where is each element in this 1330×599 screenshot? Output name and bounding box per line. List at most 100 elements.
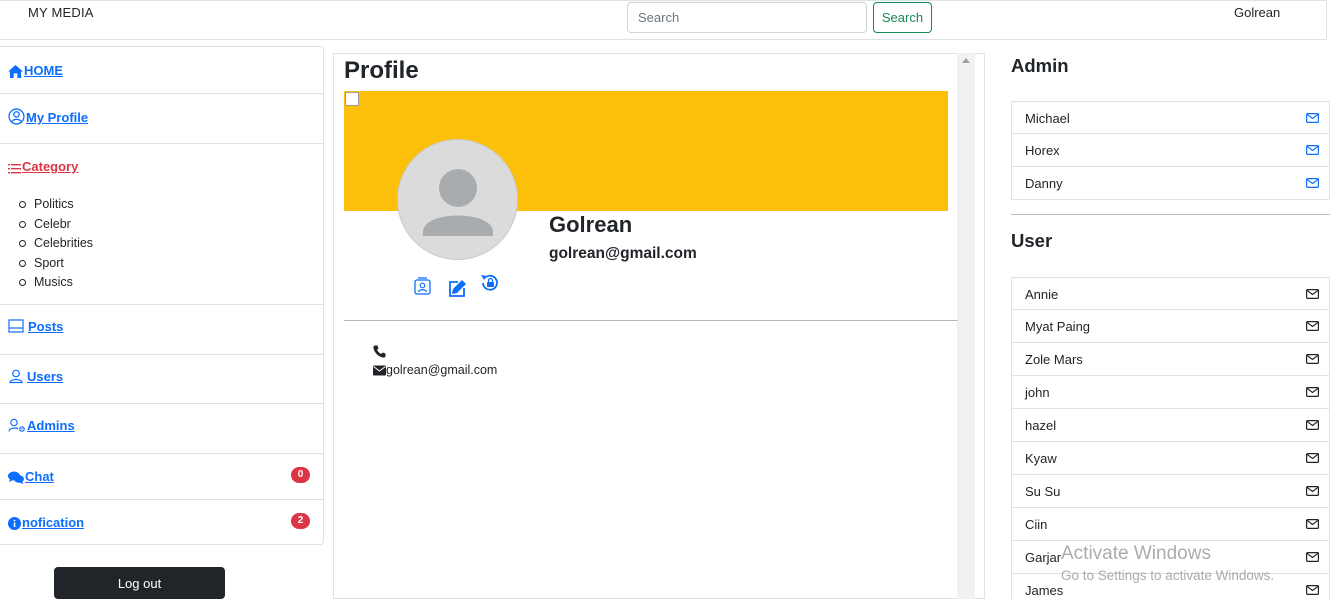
- user-name: john: [1025, 385, 1050, 400]
- home-link[interactable]: HOME: [8, 63, 63, 78]
- scroll-up-arrow-icon[interactable]: [962, 58, 970, 63]
- envelope-icon[interactable]: [1306, 289, 1319, 299]
- user-name: Garjar: [1025, 550, 1062, 565]
- top-navbar: MY MEDIA Search Golrean: [0, 0, 1327, 40]
- posts-link[interactable]: Posts: [8, 319, 63, 334]
- envelope-icon[interactable]: [1306, 113, 1319, 123]
- user-section-title: User: [1011, 230, 1053, 251]
- page-title: Profile: [344, 57, 419, 84]
- envelope-icon[interactable]: [1306, 585, 1319, 595]
- envelope-icon[interactable]: [1306, 486, 1319, 496]
- user-list-item[interactable]: john: [1011, 376, 1330, 409]
- avatar: [397, 139, 518, 260]
- contact-email-row: golrean@gmail.com: [373, 363, 497, 377]
- sidebar-item-my-profile[interactable]: My Profile: [0, 94, 323, 144]
- search-input[interactable]: [627, 2, 867, 33]
- category-item[interactable]: Musics: [18, 273, 93, 293]
- home-label: HOME: [24, 63, 63, 78]
- sidebar-item-home[interactable]: HOME: [0, 47, 323, 94]
- envelope-icon[interactable]: [1306, 420, 1319, 430]
- admin-section-title: Admin: [1011, 55, 1069, 76]
- category-link[interactable]: Category: [8, 159, 78, 174]
- sidebar-item-chat[interactable]: Chat 0: [0, 454, 323, 500]
- envelope-icon[interactable]: [1306, 387, 1319, 397]
- users-link[interactable]: Users: [8, 369, 63, 384]
- windows-activation-watermark-subtitle: Go to Settings to activate Windows.: [1061, 568, 1275, 583]
- user-name: hazel: [1025, 418, 1057, 433]
- brand-name[interactable]: MY MEDIA: [28, 5, 94, 20]
- user-name: Zole Mars: [1025, 352, 1083, 367]
- envelope-icon[interactable]: [1306, 321, 1319, 331]
- person-badge-icon[interactable]: [414, 277, 431, 295]
- right-column-divider: [1011, 214, 1330, 215]
- envelope-icon[interactable]: [1306, 178, 1319, 188]
- edit-icon[interactable]: [448, 278, 468, 298]
- my-profile-link[interactable]: My Profile: [8, 108, 88, 125]
- user-name: Ciin: [1025, 517, 1048, 532]
- admin-name: Danny: [1025, 176, 1063, 191]
- person-gear-icon: [8, 418, 25, 432]
- profile-email: golrean@gmail.com: [549, 245, 697, 262]
- user-list-item[interactable]: Zole Mars: [1011, 343, 1330, 376]
- envelope-fill-icon: [373, 365, 386, 375]
- house-icon: [8, 65, 23, 78]
- user-name: Annie: [1025, 287, 1059, 302]
- notification-count-badge: 2: [291, 513, 310, 529]
- profile-divider: [344, 320, 958, 321]
- admin-name: Michael: [1025, 111, 1070, 126]
- user-name: Su Su: [1025, 484, 1061, 499]
- person-circle-icon: [8, 108, 25, 125]
- broken-image-icon: [345, 92, 359, 106]
- admin-list-item[interactable]: Michael: [1011, 101, 1330, 134]
- contact-phone-row: [373, 345, 386, 361]
- notification-link[interactable]: nofication: [8, 515, 84, 530]
- admin-list: Michael Horex Danny: [1011, 101, 1330, 200]
- contact-email: golrean@gmail.com: [386, 363, 498, 377]
- user-list-item[interactable]: Annie: [1011, 277, 1330, 310]
- user-name: James: [1025, 583, 1064, 598]
- sidebar-item-admins[interactable]: Admins: [0, 404, 323, 454]
- windows-activation-watermark-title: Activate Windows: [1061, 543, 1211, 564]
- user-list-item[interactable]: hazel: [1011, 409, 1330, 442]
- user-list-item[interactable]: Kyaw: [1011, 442, 1330, 475]
- profile-name: Golrean: [549, 212, 633, 237]
- admin-name: Horex: [1025, 143, 1060, 158]
- lock-reset-icon[interactable]: [479, 272, 501, 294]
- current-user-name[interactable]: Golrean: [1234, 5, 1280, 20]
- users-label: Users: [27, 369, 64, 384]
- chat-link[interactable]: Chat: [8, 469, 54, 484]
- user-name: Myat Paing: [1025, 319, 1091, 334]
- user-list-item[interactable]: Su Su: [1011, 475, 1330, 508]
- sidebar-item-posts[interactable]: Posts: [0, 305, 323, 355]
- person-icon: [9, 369, 23, 384]
- chat-label: Chat: [25, 469, 54, 484]
- category-item[interactable]: Celebr: [18, 215, 93, 235]
- chat-count-badge: 0: [291, 467, 310, 483]
- logout-button[interactable]: Log out: [54, 567, 225, 599]
- sidebar-item-users[interactable]: Users: [0, 355, 323, 404]
- envelope-icon[interactable]: [1306, 145, 1319, 155]
- envelope-icon[interactable]: [1306, 453, 1319, 463]
- admins-link[interactable]: Admins: [8, 418, 75, 433]
- layout-icon: [8, 319, 24, 333]
- info-circle-icon: [8, 517, 21, 530]
- category-item[interactable]: Politics: [18, 195, 93, 215]
- admins-label: Admins: [27, 418, 75, 433]
- chat-bubbles-icon: [8, 471, 24, 484]
- main-scrollbar[interactable]: [957, 53, 975, 599]
- category-item[interactable]: Sport: [18, 254, 93, 274]
- search-button[interactable]: Search: [873, 2, 932, 33]
- user-list-item[interactable]: Ciin: [1011, 508, 1330, 541]
- my-profile-label: My Profile: [26, 110, 89, 125]
- admin-list-item[interactable]: Danny: [1011, 167, 1330, 200]
- sidebar-item-notification[interactable]: nofication 2: [0, 500, 323, 546]
- envelope-icon[interactable]: [1306, 519, 1319, 529]
- user-list-item[interactable]: Myat Paing: [1011, 310, 1330, 343]
- envelope-icon[interactable]: [1306, 354, 1319, 364]
- admin-list-item[interactable]: Horex: [1011, 134, 1330, 167]
- category-item[interactable]: Celebrities: [18, 234, 93, 254]
- category-list: Politics Celebr Celebrities Sport Musics: [18, 195, 93, 293]
- envelope-icon[interactable]: [1306, 552, 1319, 562]
- person-silhouette-icon: [423, 169, 493, 236]
- category-label: Category: [22, 159, 79, 174]
